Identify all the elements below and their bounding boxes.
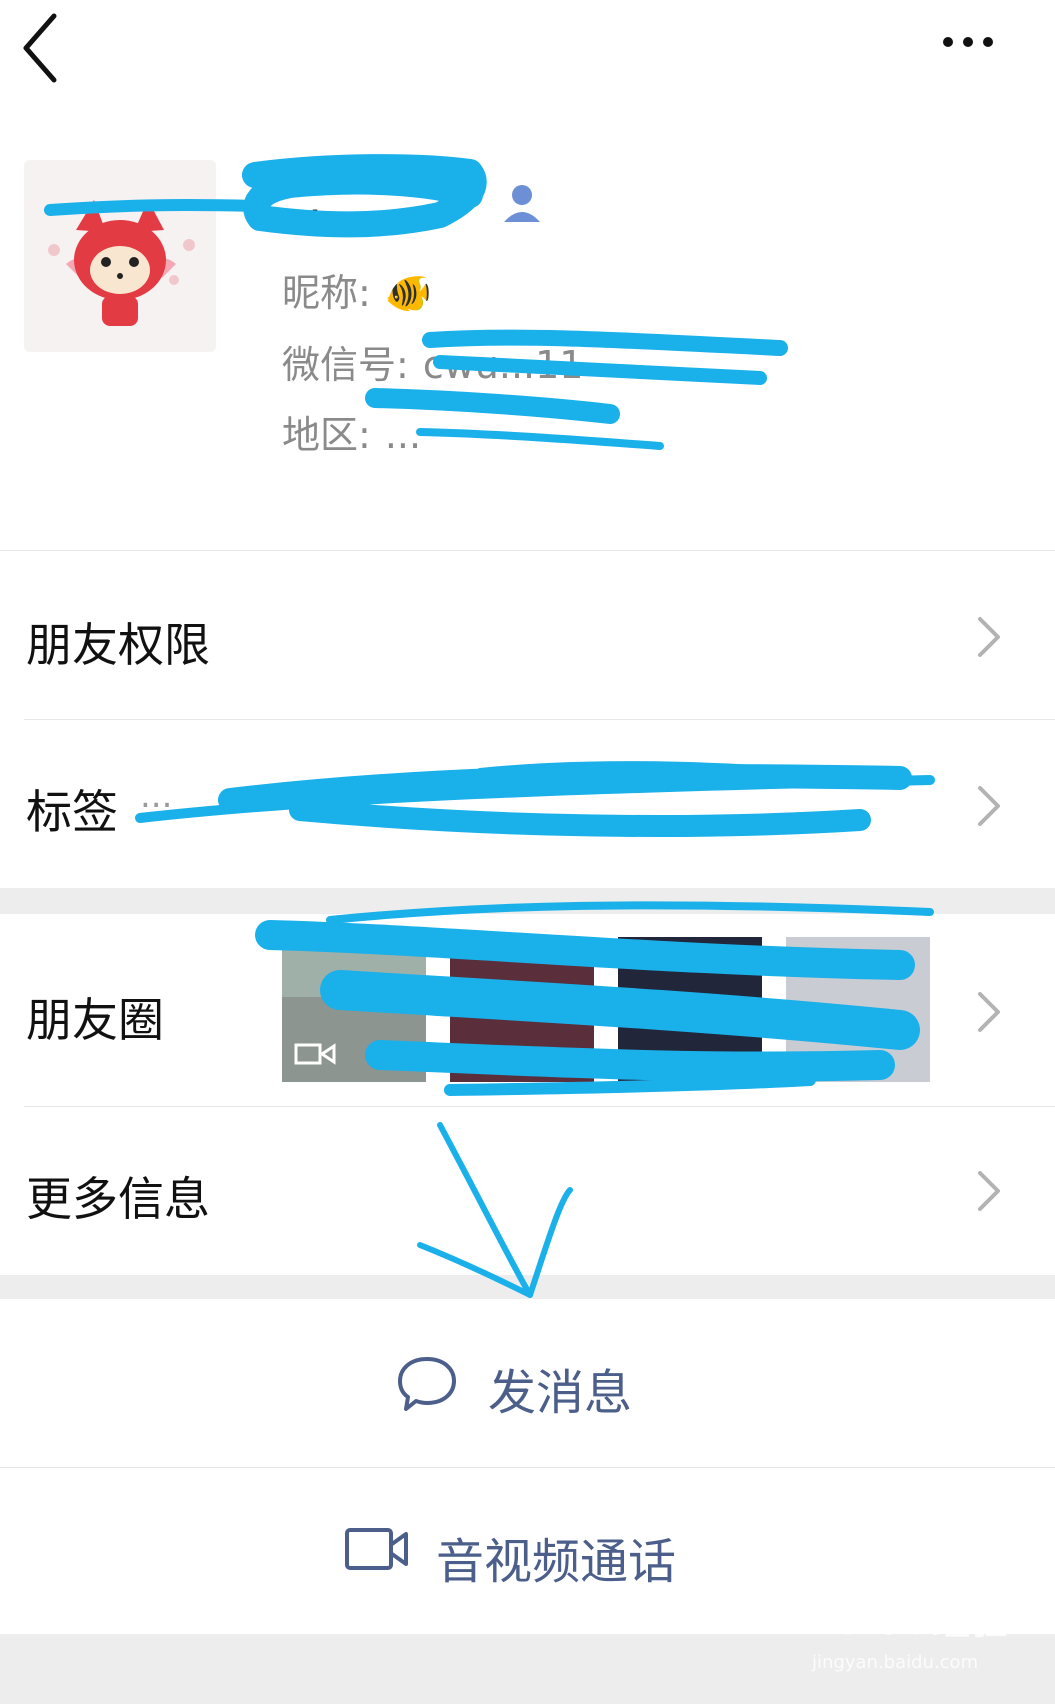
wechat-id-label: 微信号: bbox=[282, 343, 409, 387]
chevron-right-icon bbox=[978, 1171, 1000, 1211]
nickname-line: 昵称: 🐠 bbox=[282, 262, 432, 317]
region-line: 地区:... bbox=[282, 404, 421, 459]
nickname-label: 昵称: bbox=[282, 271, 371, 315]
row-friend-permissions[interactable]: 朋友权限 bbox=[0, 551, 1055, 719]
send-message-label: 发消息 bbox=[488, 1365, 633, 1421]
contact-name: ... bbox=[280, 175, 322, 226]
section-gap bbox=[0, 1275, 1055, 1299]
row-more-info[interactable]: 更多信息 bbox=[0, 1107, 1055, 1275]
chevron-right-icon bbox=[978, 617, 1000, 657]
moments-thumbnail[interactable] bbox=[282, 937, 426, 1082]
tags-label: 标签 bbox=[26, 785, 118, 839]
section-gap bbox=[0, 888, 1055, 914]
video-call-label: 音视频通话 bbox=[436, 1534, 677, 1590]
send-message-button[interactable]: 发消息 bbox=[0, 1299, 1055, 1467]
contact-type-icon bbox=[500, 180, 544, 224]
back-button[interactable] bbox=[14, 8, 74, 88]
moments-thumbnail[interactable] bbox=[450, 937, 594, 1082]
nickname-value: 🐠 bbox=[384, 271, 433, 315]
region-label: 地区: bbox=[282, 413, 371, 457]
more-button[interactable] bbox=[930, 20, 1010, 70]
avatar[interactable] bbox=[24, 160, 216, 352]
video-thumbnail-image bbox=[282, 937, 426, 1082]
avatar-fox-image bbox=[24, 160, 216, 352]
back-arrow-icon bbox=[23, 13, 57, 83]
region-value: ... bbox=[384, 413, 422, 457]
moments-label: 朋友圈 bbox=[26, 993, 164, 1047]
video-camera-icon bbox=[345, 1528, 408, 1570]
watermark-url: jingyan.baidu.com bbox=[812, 1652, 979, 1673]
moments-thumbnail[interactable] bbox=[618, 937, 762, 1082]
chevron-right-icon bbox=[978, 992, 1000, 1032]
more-dots-icon bbox=[943, 37, 993, 47]
friend-permissions-label: 朋友权限 bbox=[26, 618, 210, 672]
chevron-right-icon bbox=[978, 786, 1000, 826]
chat-bubble-icon bbox=[398, 1357, 456, 1411]
top-bar bbox=[0, 0, 1055, 110]
moments-thumbnail[interactable] bbox=[786, 937, 930, 1082]
watermark-logo: Baidu经验 bbox=[810, 1599, 1008, 1643]
more-info-label: 更多信息 bbox=[26, 1172, 210, 1226]
wechat-id-value: cwu...11 bbox=[422, 343, 584, 387]
tags-value: ... bbox=[140, 776, 173, 816]
wechat-id-line: 微信号: cwu...11 bbox=[282, 334, 583, 389]
